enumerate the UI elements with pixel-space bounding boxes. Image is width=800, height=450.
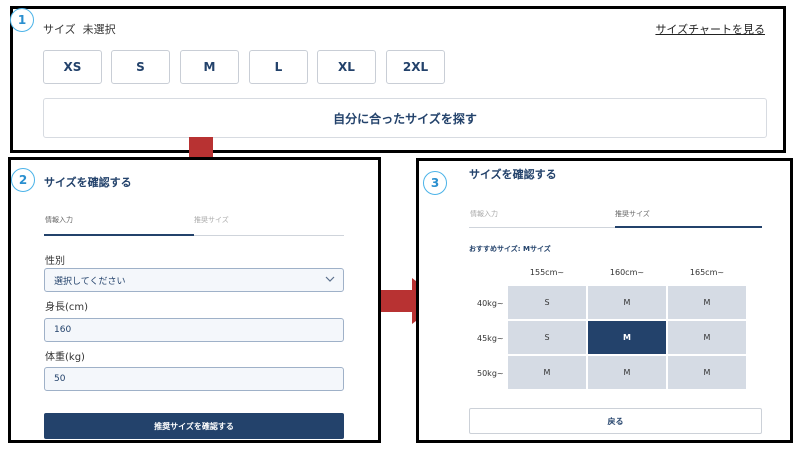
- size-title: サイズ 未選択: [43, 21, 116, 37]
- col-header-165: 165cm~: [689, 268, 725, 277]
- col-header-160: 160cm~: [609, 268, 645, 277]
- gender-select-value: 選択してください: [54, 276, 126, 287]
- size-button-xs[interactable]: XS: [43, 50, 102, 84]
- size-button-s[interactable]: S: [111, 50, 170, 84]
- gender-label: 性別: [45, 256, 65, 267]
- back-button[interactable]: 戻る: [469, 408, 762, 434]
- weight-input[interactable]: 50: [44, 367, 344, 391]
- height-label: 身長(cm): [45, 302, 89, 313]
- size-button-l[interactable]: L: [249, 50, 308, 84]
- size-cell-recommended: M: [587, 320, 667, 355]
- size-button-2xl[interactable]: 2XL: [386, 50, 445, 84]
- form-panel-title: サイズを確認する: [44, 176, 132, 189]
- step-1-badge: 1: [10, 8, 34, 32]
- size-status: 未選択: [82, 23, 116, 36]
- size-cell: S: [507, 320, 587, 355]
- weight-label: 体重(kg): [45, 352, 85, 363]
- size-cell: M: [667, 285, 747, 320]
- size-label: サイズ: [43, 23, 76, 36]
- size-cell: M: [667, 320, 747, 355]
- tab-recommended-size[interactable]: 推奨サイズ: [194, 215, 229, 225]
- size-button-xl[interactable]: XL: [317, 50, 376, 84]
- recommended-size-label: おすすめサイズ: Mサイズ: [469, 245, 551, 253]
- tab-info-input[interactable]: 情報入力: [45, 215, 73, 225]
- result-panel-title: サイズを確認する: [469, 168, 557, 181]
- size-result-panel: 3 サイズを確認する 情報入力 推奨サイズ おすすめサイズ: Mサイズ 155c…: [416, 158, 793, 443]
- size-cell: S: [507, 285, 587, 320]
- check-recommended-size-button[interactable]: 推奨サイズを確認する: [44, 413, 344, 439]
- tab-active-indicator: [615, 226, 762, 228]
- size-cell: M: [587, 285, 667, 320]
- row-header-50: 50kg~: [477, 369, 504, 378]
- step-3-badge: 3: [423, 171, 447, 195]
- find-my-size-button[interactable]: 自分に合ったサイズを探す: [43, 98, 767, 138]
- col-header-155: 155cm~: [529, 268, 565, 277]
- tab-active-indicator: [44, 234, 194, 236]
- row-header-40: 40kg~: [477, 299, 504, 308]
- size-cell: M: [587, 355, 667, 390]
- row-header-45: 45kg~: [477, 334, 504, 343]
- height-input[interactable]: 160: [44, 318, 344, 342]
- size-form-panel: 2 サイズを確認する 情報入力 推奨サイズ 性別 選択してください 身長(cm)…: [8, 157, 381, 443]
- tab-info-input[interactable]: 情報入力: [470, 209, 498, 219]
- gender-select[interactable]: 選択してください: [44, 268, 344, 292]
- size-chart-link[interactable]: サイズチャートを見る: [655, 21, 765, 37]
- chevron-down-icon: [325, 276, 335, 282]
- size-cell: M: [507, 355, 587, 390]
- step-2-badge: 2: [11, 168, 35, 192]
- size-selector-panel: 1 サイズ 未選択 サイズチャートを見る XS S M L XL 2XL 自分に…: [10, 6, 786, 153]
- tab-recommended-size[interactable]: 推奨サイズ: [615, 209, 650, 219]
- size-button-m[interactable]: M: [180, 50, 239, 84]
- size-cell: M: [667, 355, 747, 390]
